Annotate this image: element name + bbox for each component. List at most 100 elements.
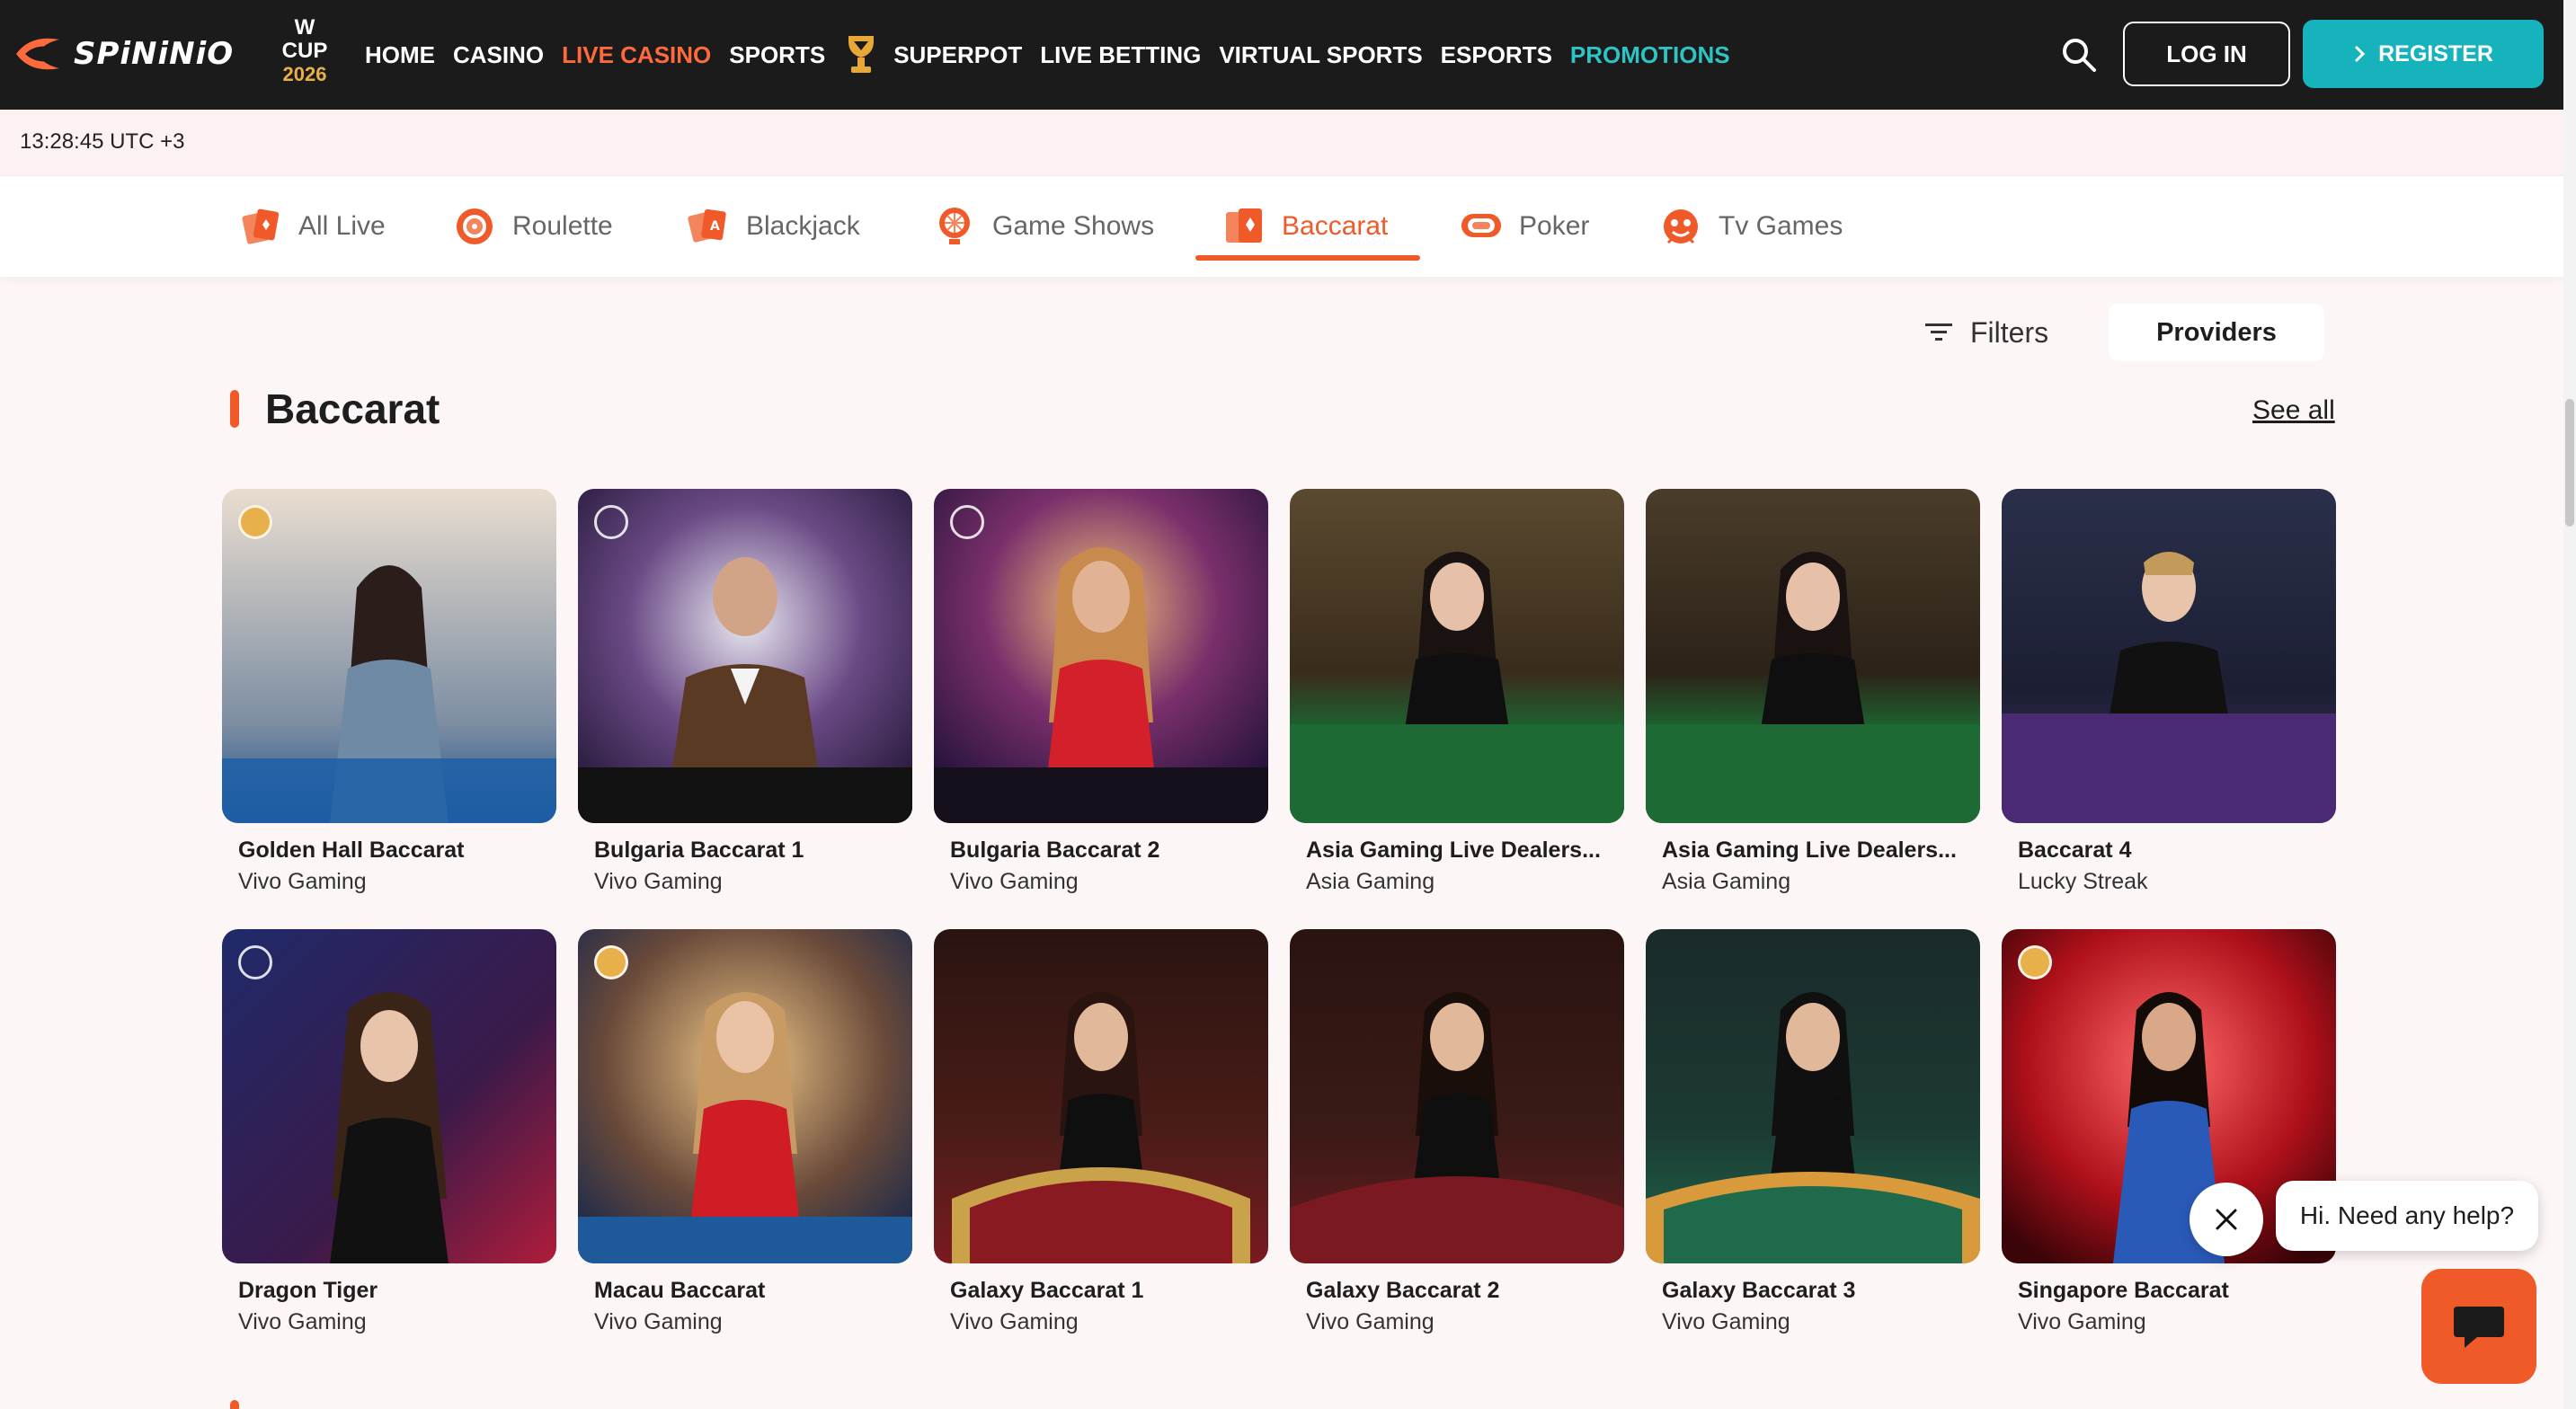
scrollbar-thumb[interactable]	[2565, 399, 2574, 527]
game-thumbnail[interactable]	[934, 929, 1268, 1263]
dealer-image	[1290, 929, 1624, 1263]
dealer-image	[934, 489, 1268, 823]
filter-icon	[1925, 323, 1952, 341]
game-name: Dragon Tiger	[238, 1278, 378, 1303]
tab-label: Blackjack	[746, 211, 860, 241]
world-cup-badge[interactable]: W CUP 2026	[275, 16, 334, 86]
nav-live-betting[interactable]: LIVE BETTING	[1040, 41, 1201, 69]
game-thumbnail[interactable]	[1290, 929, 1624, 1263]
provider-badge-icon	[2018, 945, 2052, 979]
game-card[interactable]: Macau Baccarat Vivo Gaming	[578, 929, 912, 1343]
clock-strip: 13:28:45 UTC +3	[0, 110, 2563, 176]
tab-tv-games[interactable]: Tv Games	[1659, 176, 1843, 277]
provider-badge-icon	[594, 505, 628, 539]
blackjack-icon: A	[688, 208, 726, 243]
game-name: Asia Gaming Live Dealers...	[1662, 837, 1957, 863]
nav-superpot[interactable]: SUPERPOT	[843, 32, 1022, 77]
game-name: Bulgaria Baccarat 2	[950, 837, 1160, 863]
game-card[interactable]: Galaxy Baccarat 3 Vivo Gaming	[1646, 929, 1980, 1343]
dealer-image	[1290, 489, 1624, 823]
logo-icon	[16, 38, 59, 70]
game-thumbnail[interactable]	[578, 929, 912, 1263]
tab-label: Game Shows	[992, 211, 1155, 241]
register-label: REGISTER	[2378, 40, 2493, 66]
provider-badge-icon	[594, 945, 628, 979]
nav-home[interactable]: HOME	[365, 41, 435, 69]
see-all-link[interactable]: See all	[2252, 395, 2335, 426]
dealer-image	[578, 929, 912, 1263]
close-icon	[2216, 1209, 2237, 1230]
scrollbar-track[interactable]	[2563, 0, 2576, 1409]
tab-label: Tv Games	[1719, 211, 1843, 241]
game-card[interactable]: Baccarat 4 Lucky Streak	[2002, 489, 2336, 902]
tab-all-live[interactable]: All Live	[239, 176, 386, 277]
tab-label: Poker	[1519, 211, 1590, 241]
game-thumbnail[interactable]	[222, 489, 556, 823]
game-name: Singapore Baccarat	[2018, 1278, 2229, 1303]
game-thumbnail[interactable]	[1646, 929, 1980, 1263]
game-thumbnail[interactable]	[222, 929, 556, 1263]
chat-launcher-button[interactable]	[2421, 1269, 2536, 1384]
game-name: Baccarat 4	[2018, 837, 2132, 863]
game-thumbnail[interactable]	[578, 489, 912, 823]
game-card[interactable]: Singapore Baccarat Vivo Gaming	[2002, 929, 2336, 1343]
game-card[interactable]: Asia Gaming Live Dealers... Asia Gaming	[1290, 489, 1624, 902]
game-card[interactable]: Golden Hall Baccarat Vivo Gaming	[222, 489, 556, 902]
filters-button[interactable]: Filters	[1923, 307, 2048, 358]
tab-roulette[interactable]: Roulette	[453, 176, 613, 277]
game-provider: Vivo Gaming	[950, 869, 1079, 894]
chat-close-button[interactable]	[2190, 1183, 2263, 1256]
section-accent-bar	[230, 390, 239, 428]
game-provider: Vivo Gaming	[594, 1309, 723, 1334]
clock-text: 13:28:45 UTC +3	[20, 129, 185, 154]
game-name: Golden Hall Baccarat	[238, 837, 465, 863]
game-thumbnail[interactable]	[2002, 489, 2336, 823]
game-provider: Vivo Gaming	[950, 1309, 1079, 1334]
provider-badge-icon	[238, 505, 272, 539]
game-name: Bulgaria Baccarat 1	[594, 837, 804, 863]
dealer-image	[1646, 929, 1980, 1263]
tab-game-shows[interactable]: Game Shows	[933, 176, 1154, 277]
game-name: Asia Gaming Live Dealers...	[1306, 837, 1601, 863]
game-card[interactable]: Bulgaria Baccarat 1 Vivo Gaming	[578, 489, 912, 902]
register-button[interactable]: REGISTER	[2303, 20, 2544, 88]
game-thumbnail[interactable]	[934, 489, 1268, 823]
game-provider: Asia Gaming	[1306, 869, 1435, 894]
site-logo[interactable]: SPiNiNiO	[13, 27, 234, 81]
nav-virtual-sports[interactable]: VIRTUAL SPORTS	[1219, 41, 1422, 69]
game-provider: Vivo Gaming	[1662, 1309, 1790, 1334]
tab-blackjack[interactable]: A Blackjack	[687, 176, 860, 277]
game-thumbnail[interactable]	[1646, 489, 1980, 823]
provider-badge-icon	[950, 505, 984, 539]
tab-poker[interactable]: Poker	[1460, 176, 1589, 277]
nav-esports[interactable]: ESPORTS	[1441, 41, 1552, 69]
wheel-icon	[939, 208, 970, 244]
nav-live-casino[interactable]: LIVE CASINO	[562, 41, 711, 69]
game-thumbnail[interactable]	[1290, 489, 1624, 823]
trophy-icon	[848, 36, 875, 73]
baccarat-icon	[1226, 208, 1262, 243]
svg-text:A: A	[710, 219, 720, 234]
game-card[interactable]: Asia Gaming Live Dealers... Asia Gaming	[1646, 489, 1980, 902]
nav-sports[interactable]: SPORTS	[729, 41, 825, 69]
providers-button[interactable]: Providers	[2109, 304, 2324, 361]
game-card[interactable]: Galaxy Baccarat 1 Vivo Gaming	[934, 929, 1268, 1343]
game-name: Galaxy Baccarat 2	[1306, 1278, 1500, 1303]
chip-icon	[1461, 214, 1501, 237]
logo-text: SPiNiNiO	[74, 36, 235, 72]
nav-casino[interactable]: CASINO	[453, 41, 544, 69]
category-tabs: All Live Roulette A Blackjack Game Shows	[0, 176, 2563, 277]
filters-label: Filters	[1970, 315, 2049, 349]
login-button[interactable]: LOG IN	[2123, 22, 2290, 86]
game-card[interactable]: Galaxy Baccarat 2 Vivo Gaming	[1290, 929, 1624, 1343]
search-icon[interactable]	[2058, 34, 2100, 75]
dealer-image	[1646, 489, 1980, 823]
game-provider: Vivo Gaming	[238, 869, 367, 894]
nav-promotions[interactable]: PROMOTIONS	[1570, 41, 1730, 69]
game-card[interactable]: Bulgaria Baccarat 2 Vivo Gaming	[934, 489, 1268, 902]
tab-baccarat[interactable]: Baccarat	[1222, 176, 1388, 277]
chat-message[interactable]: Hi. Need any help?	[2276, 1181, 2538, 1251]
game-provider: Lucky Streak	[2018, 869, 2148, 894]
dealer-image	[222, 929, 556, 1263]
game-card[interactable]: Dragon Tiger Vivo Gaming	[222, 929, 556, 1343]
